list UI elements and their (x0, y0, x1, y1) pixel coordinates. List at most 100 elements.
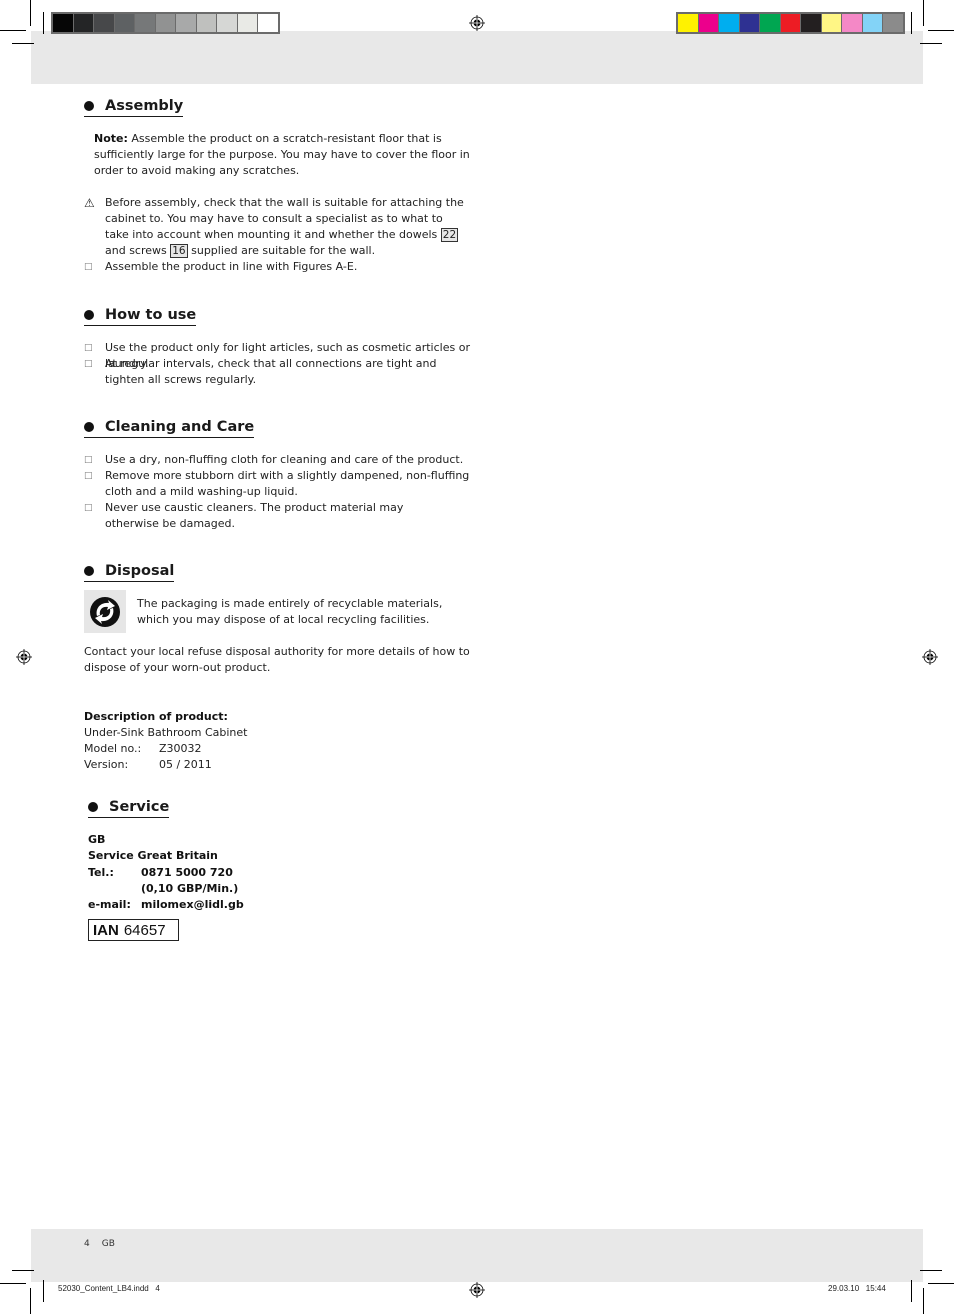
color-swatch (801, 14, 821, 32)
service-tel-rate-row: (0,10 GBP/Min.) (88, 881, 238, 897)
crop-mark (0, 30, 26, 31)
bullet-dot-icon (84, 101, 94, 111)
color-swatch (176, 14, 196, 32)
color-swatch (719, 14, 739, 32)
list-item: □ Use a dry, non-fluffing cloth for clea… (84, 453, 464, 466)
assembly-warning: ⚠ Before assembly, check that the wall i… (84, 195, 470, 259)
model-value: Z30032 (159, 742, 202, 755)
color-swatch (94, 14, 114, 32)
color-swatch (760, 14, 780, 32)
grayscale-color-bar (51, 12, 280, 34)
crop-mark (923, 0, 924, 26)
heading-text: Cleaning and Care (105, 419, 255, 435)
bullet-dot-icon (84, 310, 94, 320)
checkbox-bullet-icon: □ (84, 455, 93, 465)
product-description-heading: Description of product: (84, 710, 228, 723)
service-email[interactable]: milomex@lidl.gb (141, 897, 244, 913)
service-email-row: e-mail: milomex@lidl.gb (88, 897, 244, 913)
crop-mark (920, 1270, 942, 1271)
color-swatch (114, 14, 134, 32)
color-swatch (237, 14, 257, 32)
version-value: 05 / 2011 (159, 758, 212, 771)
color-swatch (698, 14, 718, 32)
list-item: □ Remove more stubborn dirt with a sligh… (84, 469, 470, 498)
bullet-dot-icon (84, 422, 94, 432)
disposal-contact-text: Contact your local refuse disposal autho… (84, 645, 470, 674)
page-number: 4 (84, 1239, 90, 1249)
color-swatch (780, 14, 800, 32)
heading-text: How to use (105, 307, 197, 323)
ian-number: 64657 (123, 921, 166, 939)
header-band (31, 31, 923, 84)
part-ref-dowels: 22 (440, 228, 459, 242)
color-swatch (73, 14, 93, 32)
crop-mark (30, 0, 31, 26)
registration-mark-icon (922, 649, 938, 665)
footer-band (31, 1229, 923, 1282)
crop-mark (43, 1280, 44, 1302)
version-row: Version: 05 / 2011 (84, 758, 212, 771)
checkbox-bullet-icon: □ (84, 471, 93, 481)
section-heading-assembly: Assembly (84, 97, 184, 117)
color-swatch (862, 14, 882, 32)
checkbox-bullet-icon: □ (84, 262, 93, 272)
ian-label: IAN (93, 921, 119, 939)
bullet-dot-icon (84, 566, 94, 576)
ian-box: IAN 64657 (88, 919, 179, 941)
crop-mark (920, 43, 942, 44)
bullet-dot-icon (88, 802, 98, 812)
file-slug: 52030_Content_LB4.indd 4 (58, 1284, 160, 1293)
crop-mark (12, 1270, 34, 1271)
registration-mark-icon (469, 15, 485, 31)
heading-text: Assembly (105, 98, 184, 114)
crop-mark (911, 1280, 912, 1302)
product-name: Under-Sink Bathroom Cabinet (84, 726, 248, 739)
crop-mark (928, 30, 954, 31)
page-footer: 4 GB (84, 1239, 115, 1249)
service-tel-row: Tel.: 0871 5000 720 (88, 865, 233, 881)
checkbox-bullet-icon: □ (84, 359, 93, 369)
color-swatch (155, 14, 175, 32)
process-color-bar (676, 12, 905, 34)
note-label: Note: (94, 132, 128, 145)
color-swatch (196, 14, 216, 32)
recycling-icon (84, 590, 126, 633)
registration-mark-icon (16, 649, 32, 665)
color-swatch (883, 14, 903, 32)
warning-text: Before assembly, check that the wall is … (105, 196, 464, 258)
assembly-note: Note: Assemble the product on a scratch-… (94, 131, 486, 179)
heading-text: Disposal (105, 563, 175, 579)
color-swatch (135, 14, 155, 32)
section-heading-how-to-use: How to use (84, 306, 197, 326)
packaging-text: The packaging is made entirely of recycl… (137, 597, 443, 626)
crop-mark (928, 1283, 954, 1284)
color-swatch (217, 14, 237, 32)
part-ref-screws: 16 (170, 244, 188, 258)
crop-mark (911, 12, 912, 34)
model-row: Model no.: Z30032 (84, 742, 202, 755)
section-heading-disposal: Disposal (84, 562, 175, 582)
crop-mark (12, 43, 34, 44)
color-swatch (842, 14, 862, 32)
section-heading-service: Service (88, 798, 170, 818)
service-tel-rate: (0,10 GBP/Min.) (141, 882, 239, 895)
color-swatch (821, 14, 841, 32)
list-item: □ At regular intervals, check that all c… (84, 357, 437, 386)
list-item: □ Never use caustic cleaners. The produc… (84, 501, 404, 530)
checkbox-bullet-icon: □ (84, 503, 93, 513)
note-text: Assemble the product on a scratch-resist… (94, 132, 470, 177)
warning-triangle-icon: ⚠ (84, 196, 95, 210)
section-heading-cleaning-and-care: Cleaning and Care (84, 418, 255, 438)
language-code: GB (101, 1239, 115, 1249)
crop-mark (43, 12, 44, 34)
service-name: Service Great Britain (88, 849, 218, 862)
crop-mark (30, 1288, 31, 1314)
color-swatch (678, 14, 698, 32)
color-swatch (53, 14, 73, 32)
registration-mark-icon (469, 1282, 485, 1298)
color-swatch (258, 14, 278, 32)
service-tel-number[interactable]: 0871 5000 720 (141, 865, 233, 881)
crop-mark (0, 1283, 26, 1284)
heading-text: Service (109, 799, 170, 815)
crop-mark (923, 1288, 924, 1314)
